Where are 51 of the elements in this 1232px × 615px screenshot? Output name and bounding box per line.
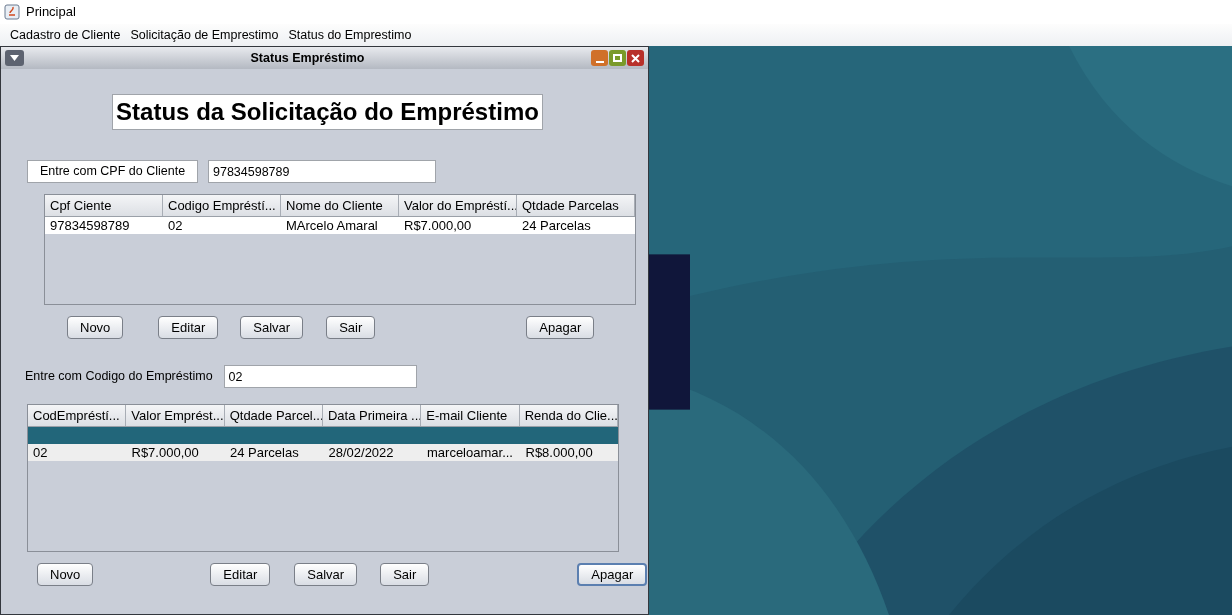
close-button[interactable]: [627, 50, 644, 66]
page-heading: Status da Solicitação do Empréstimo: [112, 94, 543, 130]
table-cell-text: 24 Parcelas: [229, 444, 300, 461]
action-button[interactable]: Apagar: [577, 563, 648, 586]
column-header[interactable]: E-mail Cliente: [421, 405, 520, 426]
maximize-button[interactable]: [609, 50, 626, 66]
action-button[interactable]: Apagar: [526, 316, 595, 339]
table-cell-text: R$7.000,00: [130, 444, 200, 461]
column-header[interactable]: Nome do Cliente: [281, 195, 399, 216]
action-button[interactable]: Novo: [67, 316, 124, 339]
table-cell-text: MArcelo Amaral: [285, 217, 379, 234]
table-row[interactable]: 02 R$7.000,00 24 Parcelas 28/02/2022 marceloamar... R$8.000,00: [28, 444, 618, 461]
table-cell-text: R$7.000,00: [403, 217, 473, 234]
field-label: Entre com Codigo do Empréstimo: [25, 368, 213, 386]
table-cell-text: 02: [167, 217, 184, 234]
table-cell-text: 97834598789: [49, 217, 131, 234]
menu-item[interactable]: Solicitação de Emprestimo: [130, 25, 279, 45]
action-button[interactable]: Editar: [158, 316, 219, 339]
menu-item[interactable]: Status do Emprestimo: [288, 25, 412, 45]
column-header[interactable]: Qtdade Parcel...: [224, 405, 323, 426]
column-header[interactable]: Valor Emprést...: [126, 405, 225, 426]
menu-item[interactable]: Cadastro de Cliente: [10, 25, 121, 45]
window-title: Principal: [26, 3, 76, 22]
app-icon: [4, 4, 20, 20]
column-header[interactable]: Valor do Empréstí...: [399, 195, 517, 216]
action-button[interactable]: Salvar: [240, 316, 304, 339]
column-header[interactable]: Qtdade Parcelas: [517, 195, 635, 216]
column-header[interactable]: Renda do Clie...: [519, 405, 618, 426]
minimize-button[interactable]: [591, 50, 608, 66]
system-menu-button[interactable]: [5, 50, 24, 66]
close-icon: [631, 53, 640, 63]
table-cell-text: 24 Parcelas: [521, 217, 592, 234]
action-button[interactable]: Editar: [210, 563, 271, 586]
cpf-field[interactable]: 97834598789: [208, 160, 436, 183]
column-header[interactable]: CodEmpréstí...: [28, 405, 127, 426]
action-button[interactable]: Sair: [380, 563, 430, 586]
code-field[interactable]: 02: [223, 365, 417, 388]
action-button[interactable]: Novo: [37, 563, 94, 586]
action-button[interactable]: Sair: [326, 316, 376, 339]
action-button[interactable]: Salvar: [294, 563, 358, 586]
field-label: Entre com CPF do Cliente: [27, 160, 198, 183]
table-row[interactable]: 97834598789 02 MArcelo Amaral R$7.000,00 24 Parcelas: [45, 217, 635, 234]
table-cell-text: R$8.000,00: [524, 444, 594, 461]
table-cell-text: 28/02/2022: [327, 444, 395, 461]
column-header[interactable]: Cpf Ciente: [45, 195, 163, 216]
column-header[interactable]: Codigo Empréstí...: [163, 195, 281, 216]
column-header[interactable]: Data Primeira ...: [323, 405, 422, 426]
table-cell-text: 02: [32, 444, 49, 461]
frame-title: Status Empréstimo: [249, 49, 366, 67]
chevron-down-icon: [10, 55, 19, 61]
table-cell-text: marceloamar...: [426, 444, 514, 461]
